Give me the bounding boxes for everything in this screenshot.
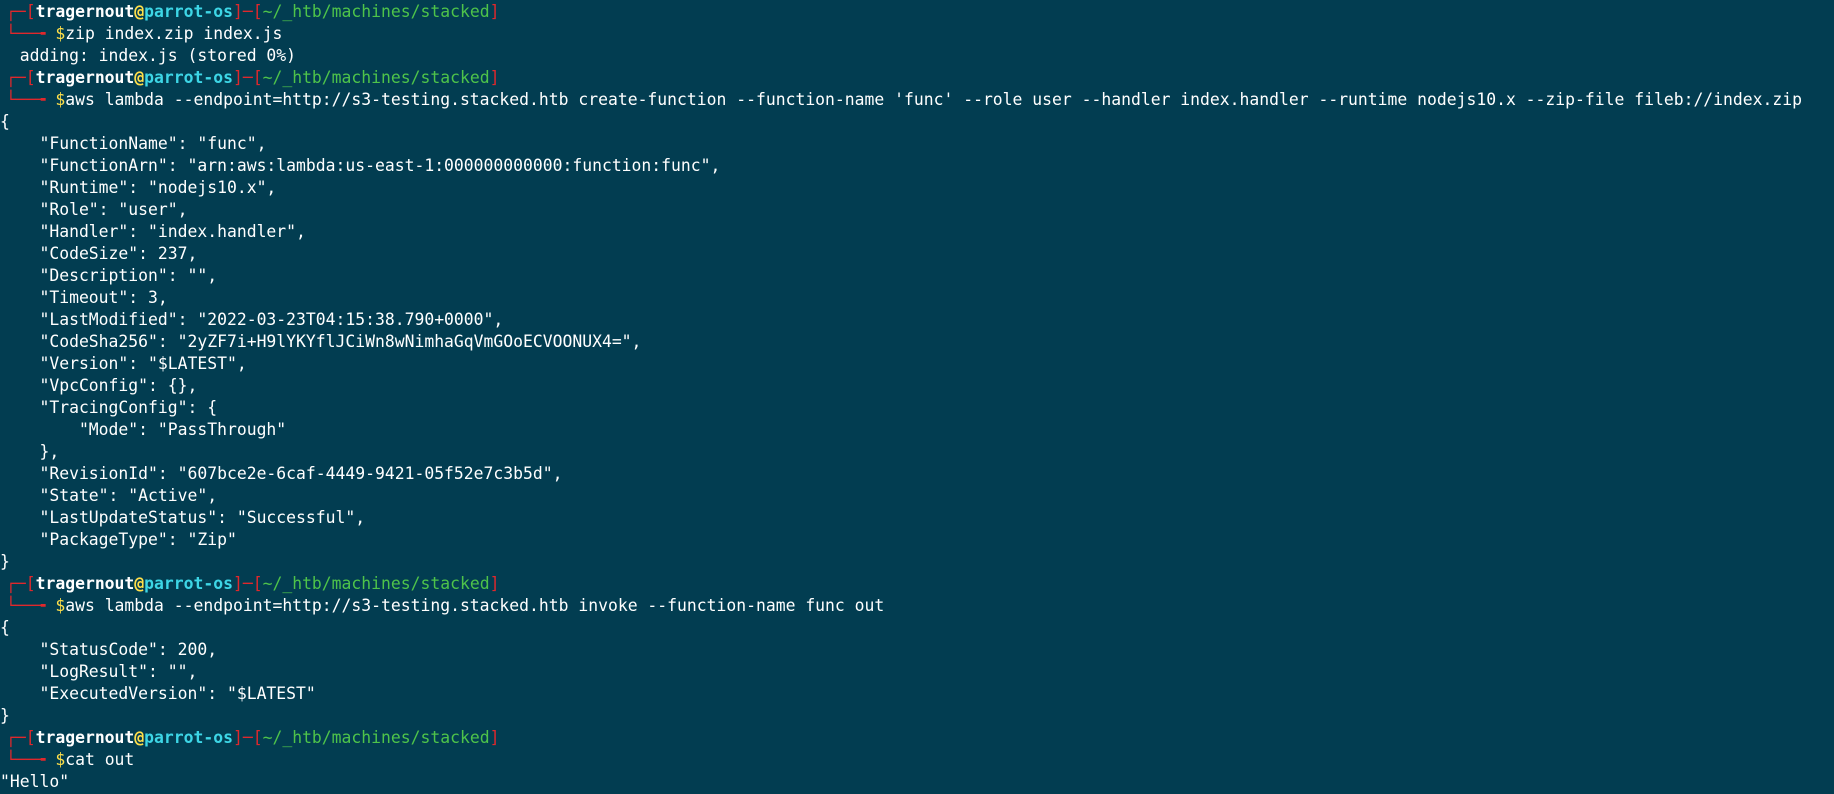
prompt-separator: ]─[ bbox=[232, 574, 263, 593]
output-line: "PackageType": "Zip" bbox=[0, 530, 237, 549]
output-line: }, bbox=[0, 442, 60, 461]
prompt-arrow: └──╼ bbox=[6, 750, 56, 769]
output-line: "TracingConfig": { bbox=[0, 398, 218, 417]
prompt-bracket: ┌─[ bbox=[6, 728, 36, 747]
command-line: └──╼ $cat out bbox=[0, 749, 1834, 771]
output-line: "LogResult": "", bbox=[0, 662, 198, 681]
command-text: aws lambda --endpoint=http://s3-testing.… bbox=[65, 596, 885, 615]
prompt-line: ┌─[tragernout@parrot-os]─[~/_htb/machine… bbox=[0, 573, 1834, 595]
output-line: { bbox=[0, 618, 10, 637]
prompt-host: parrot-os bbox=[144, 728, 233, 747]
command-line: └──╼ $aws lambda --endpoint=http://s3-te… bbox=[0, 595, 1834, 617]
prompt-dollar: $ bbox=[55, 596, 66, 615]
output-line: "CodeSha256": "2yZF7i+H9lYKYflJCiWn8wNim… bbox=[0, 332, 642, 351]
output-line: "Timeout": 3, bbox=[0, 288, 168, 307]
prompt-cwd: ~/_htb/machines/stacked bbox=[262, 2, 490, 21]
prompt-line: ┌─[tragernout@parrot-os]─[~/_htb/machine… bbox=[0, 67, 1834, 89]
output-line: "VpcConfig": {}, bbox=[0, 376, 198, 395]
command-text: aws lambda --endpoint=http://s3-testing.… bbox=[65, 90, 1802, 109]
prompt-separator: ]─[ bbox=[232, 728, 263, 747]
prompt-user: tragernout bbox=[35, 2, 135, 21]
output-line: "Role": "user", bbox=[0, 200, 188, 219]
command-line: └──╼ $zip index.zip index.js bbox=[0, 23, 1834, 45]
prompt-cwd: ~/_htb/machines/stacked bbox=[262, 68, 490, 87]
prompt-user: tragernout bbox=[35, 68, 135, 87]
output-line: "Mode": "PassThrough" bbox=[0, 420, 287, 439]
prompt-bracket-end: ] bbox=[489, 574, 500, 593]
prompt-cwd: ~/_htb/machines/stacked bbox=[262, 728, 490, 747]
prompt-at: @ bbox=[134, 68, 145, 87]
output-line: "State": "Active", bbox=[0, 486, 218, 505]
prompt-separator: ]─[ bbox=[232, 2, 263, 21]
output-line: "Runtime": "nodejs10.x", bbox=[0, 178, 277, 197]
prompt-dollar: $ bbox=[55, 90, 66, 109]
prompt-dollar: $ bbox=[55, 24, 66, 43]
output-line: } bbox=[0, 706, 10, 725]
prompt-bracket-end: ] bbox=[489, 68, 500, 87]
prompt-line: ┌─[tragernout@parrot-os]─[~/_htb/machine… bbox=[0, 727, 1834, 749]
output-line: "Description": "", bbox=[0, 266, 218, 285]
prompt-bracket: ┌─[ bbox=[6, 68, 36, 87]
output-line: "ExecutedVersion": "$LATEST" bbox=[0, 684, 316, 703]
prompt-bracket: ┌─[ bbox=[6, 574, 36, 593]
prompt-host: parrot-os bbox=[144, 2, 233, 21]
output-line: "Handler": "index.handler", bbox=[0, 222, 306, 241]
output-line: adding: index.js (stored 0%) bbox=[0, 46, 297, 65]
command-text: cat out bbox=[65, 750, 135, 769]
output-line: "StatusCode": 200, bbox=[0, 640, 218, 659]
output-line: "RevisionId": "607bce2e-6caf-4449-9421-0… bbox=[0, 464, 563, 483]
output-line: "Hello" bbox=[0, 772, 70, 791]
prompt-separator: ]─[ bbox=[232, 68, 263, 87]
prompt-at: @ bbox=[134, 728, 145, 747]
output-line: "FunctionName": "func", bbox=[0, 134, 267, 153]
prompt-bracket-end: ] bbox=[489, 728, 500, 747]
prompt-bracket: ┌─[ bbox=[6, 2, 36, 21]
output-line: "FunctionArn": "arn:aws:lambda:us-east-1… bbox=[0, 156, 721, 175]
prompt-arrow: └──╼ bbox=[6, 596, 56, 615]
terminal-window[interactable]: ┌─[tragernout@parrot-os]─[~/_htb/machine… bbox=[0, 0, 1834, 794]
prompt-user: tragernout bbox=[35, 574, 135, 593]
prompt-arrow: └──╼ bbox=[6, 90, 56, 109]
output-line: } bbox=[0, 552, 10, 571]
output-line: "CodeSize": 237, bbox=[0, 244, 198, 263]
command-line: └──╼ $aws lambda --endpoint=http://s3-te… bbox=[0, 89, 1834, 111]
output-line: "Version": "$LATEST", bbox=[0, 354, 247, 373]
command-text: zip index.zip index.js bbox=[65, 24, 283, 43]
prompt-host: parrot-os bbox=[144, 68, 233, 87]
output-line: { bbox=[0, 112, 10, 131]
prompt-at: @ bbox=[134, 2, 145, 21]
prompt-line: ┌─[tragernout@parrot-os]─[~/_htb/machine… bbox=[0, 1, 1834, 23]
prompt-dollar: $ bbox=[55, 750, 66, 769]
prompt-user: tragernout bbox=[35, 728, 135, 747]
prompt-arrow: └──╼ bbox=[6, 24, 56, 43]
output-line: "LastModified": "2022-03-23T04:15:38.790… bbox=[0, 310, 504, 329]
prompt-at: @ bbox=[134, 574, 145, 593]
output-line: "LastUpdateStatus": "Successful", bbox=[0, 508, 366, 527]
prompt-bracket-end: ] bbox=[489, 2, 500, 21]
prompt-host: parrot-os bbox=[144, 574, 233, 593]
prompt-cwd: ~/_htb/machines/stacked bbox=[262, 574, 490, 593]
